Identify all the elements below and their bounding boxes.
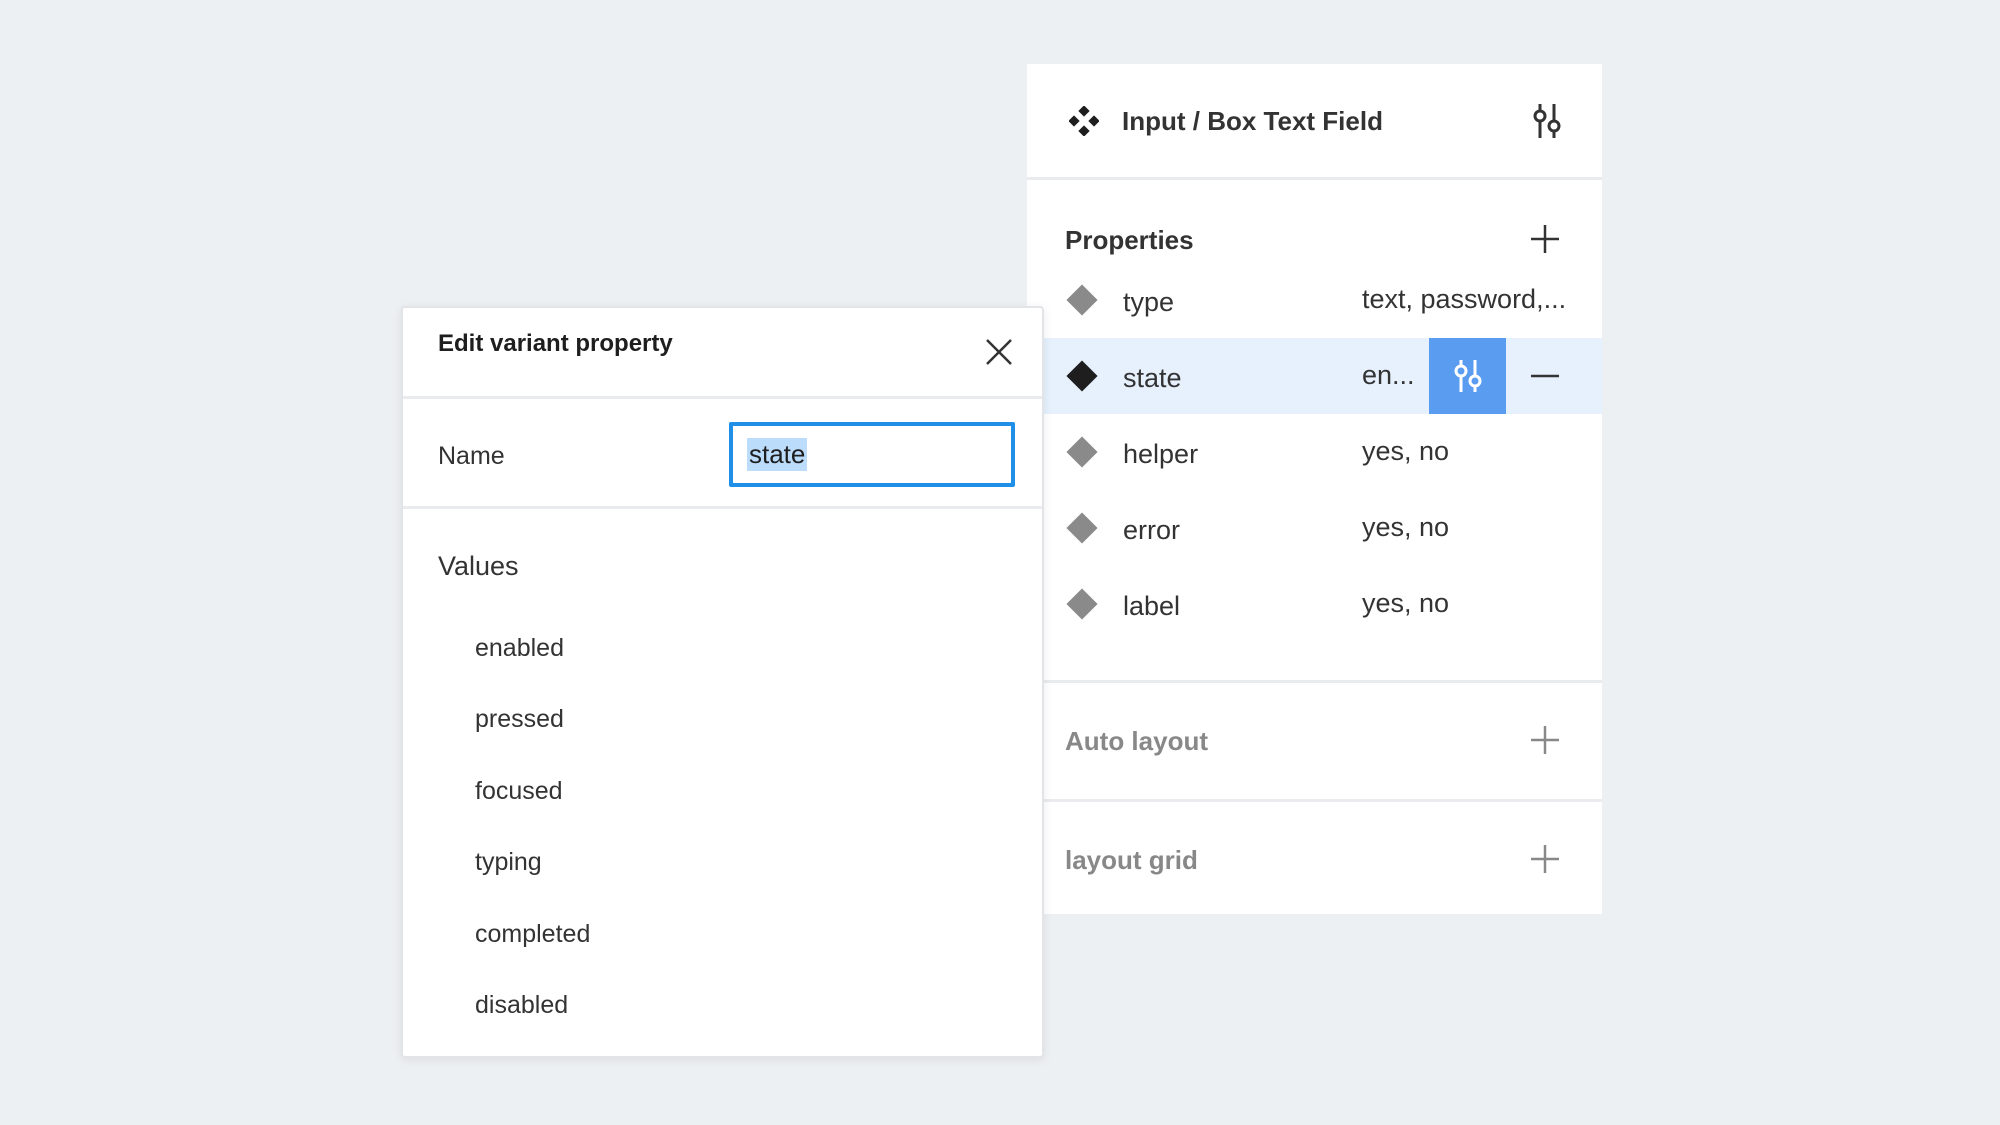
property-name: state [1123, 363, 1182, 393]
property-row-helper[interactable]: helper yes, no [1027, 414, 1602, 490]
properties-section: Properties type text, password,... state… [1027, 183, 1602, 683]
property-name: error [1123, 515, 1181, 545]
diamond-icon [1066, 436, 1098, 468]
close-icon [986, 339, 1012, 365]
name-row: Name state [403, 402, 1042, 509]
value-item-focused[interactable]: focused [475, 777, 563, 806]
properties-panel: Input / Box Text Field Properties type t… [1027, 64, 1602, 914]
canvas: Input / Box Text Field Properties type t… [0, 0, 2000, 1125]
properties-title: Properties [1065, 225, 1194, 255]
diamond-icon [1066, 512, 1098, 544]
property-values: text, password,... [1362, 284, 1567, 314]
remove-property-button[interactable] [1525, 356, 1565, 396]
edit-variant-property-dialog: Edit variant property Name state Values … [401, 306, 1044, 1058]
property-values: yes, no [1362, 436, 1450, 466]
component-icon [1068, 105, 1100, 137]
component-settings-button[interactable] [1527, 101, 1567, 141]
close-button[interactable] [981, 334, 1017, 370]
sliders-icon [1533, 104, 1561, 138]
property-row-label[interactable]: label yes, no [1027, 566, 1602, 642]
property-name: type [1123, 287, 1175, 317]
property-values: yes, no [1362, 512, 1450, 542]
diamond-icon [1066, 360, 1098, 392]
minus-icon [1531, 374, 1559, 378]
name-input-value: state [747, 438, 808, 471]
values-title: Values [438, 551, 519, 581]
diamond-icon [1066, 284, 1098, 316]
property-row-error[interactable]: error yes, no [1027, 490, 1602, 566]
property-values: en... [1362, 360, 1415, 390]
add-auto-layout-button[interactable] [1525, 720, 1565, 760]
value-item-disabled[interactable]: disabled [475, 991, 568, 1020]
add-layout-grid-button[interactable] [1525, 839, 1565, 879]
add-property-button[interactable] [1525, 219, 1565, 259]
value-item-pressed[interactable]: pressed [475, 705, 564, 734]
value-item-typing[interactable]: typing [475, 848, 542, 877]
property-name: helper [1123, 439, 1199, 469]
sliders-icon [1454, 360, 1481, 392]
layout-grid-title: layout grid [1065, 845, 1198, 875]
property-row-type[interactable]: type text, password,... [1027, 262, 1602, 338]
edit-property-button[interactable] [1429, 338, 1506, 414]
value-item-completed[interactable]: completed [475, 920, 590, 949]
property-values: yes, no [1362, 588, 1450, 618]
dialog-header: Edit variant property [403, 308, 1042, 399]
layout-grid-section: layout grid [1027, 805, 1602, 914]
value-item-enabled[interactable]: enabled [475, 634, 564, 663]
panel-header: Input / Box Text Field [1027, 64, 1602, 180]
auto-layout-section: Auto layout [1027, 686, 1602, 802]
property-row-state[interactable]: state en... [1027, 338, 1602, 414]
plus-icon [1531, 726, 1559, 754]
property-name: label [1123, 591, 1181, 621]
diamond-icon [1066, 588, 1098, 620]
plus-icon [1531, 225, 1559, 253]
dialog-title: Edit variant property [438, 330, 673, 357]
auto-layout-title: Auto layout [1065, 726, 1208, 756]
plus-icon [1531, 845, 1559, 873]
component-title: Input / Box Text Field [1122, 106, 1383, 136]
name-label: Name [438, 442, 505, 470]
name-input[interactable]: state [729, 422, 1015, 487]
